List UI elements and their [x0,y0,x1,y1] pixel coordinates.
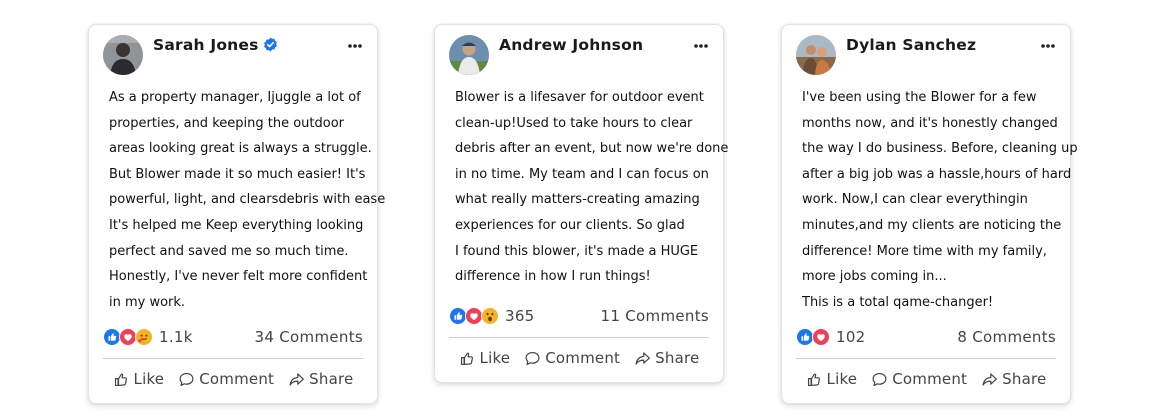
comment-icon [179,372,194,386]
post-text-line: experiences for our clients. So glad [455,217,685,233]
divider [796,358,1056,359]
reactions-summary[interactable]: 365 [449,306,535,326]
post-text-line: difference in how I run things! [455,269,651,285]
comment-label: Comment [545,349,621,367]
post-text-line: I've been using the Blower for a few [802,90,1037,105]
divider [449,337,709,338]
post-text: Blower is a lifesaver for outdoor event … [455,85,729,290]
post-text-line: This is a total qame-changer! [802,294,994,310]
post-stats: 102 8 Comments [796,327,1056,349]
more-options-icon[interactable] [347,39,363,53]
post-text-line: Blower is a lifesaver for outdoor event [455,90,704,105]
post-actions: Like Comment Share [449,346,709,370]
like-label: Like [133,370,165,388]
post-text-line: after a big job was a hassle,hours of ha… [802,166,1072,182]
share-label: Share [309,370,354,388]
post-actions: Like Comment Share [796,367,1056,391]
like-button[interactable]: Like [806,367,858,391]
comment-label: Comment [199,370,275,388]
avatar[interactable] [103,35,143,75]
post-text-line: the way I do business. Before, cleaning … [802,141,1078,157]
post-text-line: what really matters-creating amazing [455,192,700,208]
comments-count-link[interactable]: 34 Comments [255,328,363,346]
author-name[interactable]: Dylan Sanchez [846,36,976,54]
comment-icon [872,372,887,386]
post-text-line: in my work. [109,294,186,310]
post-card: Dylan Sanchez I've been using the Blower… [781,24,1078,404]
post-text-line: perfect and saved me so much time. [109,243,349,259]
post-text-line: But Blower made it so much easier! It's [109,166,366,182]
post-card: Sarah Jones As a property manager, Ijugg… [88,24,386,404]
post-stats: 1.1k 34 Comments [103,327,363,349]
post-text-line: in no time. My team and I can focus on [455,166,709,182]
post-text-line: clean-up!Used to take hours to clear [455,115,693,131]
post-text-line: minutes,and my clients are noticing the [802,217,1062,233]
post-text-line: months now, and it's honestly changed [802,115,1058,131]
reactions-summary[interactable]: 1.1k [103,327,193,347]
post-card: Andrew Johnson Blower is a lifesaver for… [434,24,729,383]
like-button[interactable]: Like [459,346,511,370]
post-text: I've been using the Blower for a few mon… [802,85,1078,315]
share-icon [982,372,998,386]
care-reaction-icon [135,328,153,346]
reaction-count: 102 [836,328,866,346]
post-text-line: powerful, light, and clearsdebris with e… [109,192,386,208]
post-text-line: I found this blower, it's made a HUGE [455,243,699,259]
comment-icon [525,351,540,365]
more-options-icon[interactable] [693,39,709,53]
author-name[interactable]: Andrew Johnson [499,36,643,54]
avatar[interactable] [796,35,836,75]
share-icon [635,351,651,365]
reaction-count: 1.1k [159,328,193,346]
share-button[interactable]: Share [981,367,1046,391]
like-icon [114,373,127,386]
post-text-line: properties, and keeping the outdoor [109,115,345,131]
like-icon [460,352,473,365]
comments-count-link[interactable]: 11 Comments [601,307,709,325]
like-button[interactable]: Like [113,367,165,391]
reactions-summary[interactable]: 102 [796,327,866,347]
share-button[interactable]: Share [634,346,699,370]
post-header: Sarah Jones [103,35,363,77]
post-text: As a property manager, Ijuggle a lot of … [109,85,386,315]
post-text-line: difference! More time with my family, [802,243,1047,259]
comment-button[interactable]: Comment [524,346,620,370]
reaction-count: 365 [505,307,535,325]
share-icon [289,372,305,386]
like-label: Like [826,370,858,388]
like-icon [807,373,820,386]
post-text-line: areas looking great is always a struggle… [109,141,372,157]
share-button[interactable]: Share [288,367,353,391]
share-label: Share [1002,370,1047,388]
post-text-line: work. Now,I can clear everythingin [802,192,1028,208]
love-reaction-icon [812,328,830,346]
post-text-line: It's helped me Keep everything looking [109,217,364,233]
comments-count-link[interactable]: 8 Comments [957,328,1056,346]
author-name[interactable]: Sarah Jones [153,36,278,54]
comment-button[interactable]: Comment [178,367,274,391]
post-stats: 365 11 Comments [449,306,709,328]
divider [103,358,363,359]
more-options-icon[interactable] [1040,39,1056,53]
wow-reaction-icon [481,307,499,325]
like-label: Like [479,349,511,367]
verified-badge-icon [263,37,278,52]
share-label: Share [655,349,700,367]
avatar[interactable] [449,35,489,75]
post-header: Dylan Sanchez [796,35,1056,77]
post-text-line: As a property manager, Ijuggle a lot of [109,90,361,105]
post-actions: Like Comment Share [103,367,363,391]
comment-button[interactable]: Comment [871,367,967,391]
comment-label: Comment [892,370,968,388]
post-text-line: Honestly, I've never felt more confident [109,269,368,285]
post-header: Andrew Johnson [449,35,709,77]
post-text-line: debris after an event, but now we're don… [455,141,729,157]
post-text-line: more jobs coming in... [802,269,947,285]
